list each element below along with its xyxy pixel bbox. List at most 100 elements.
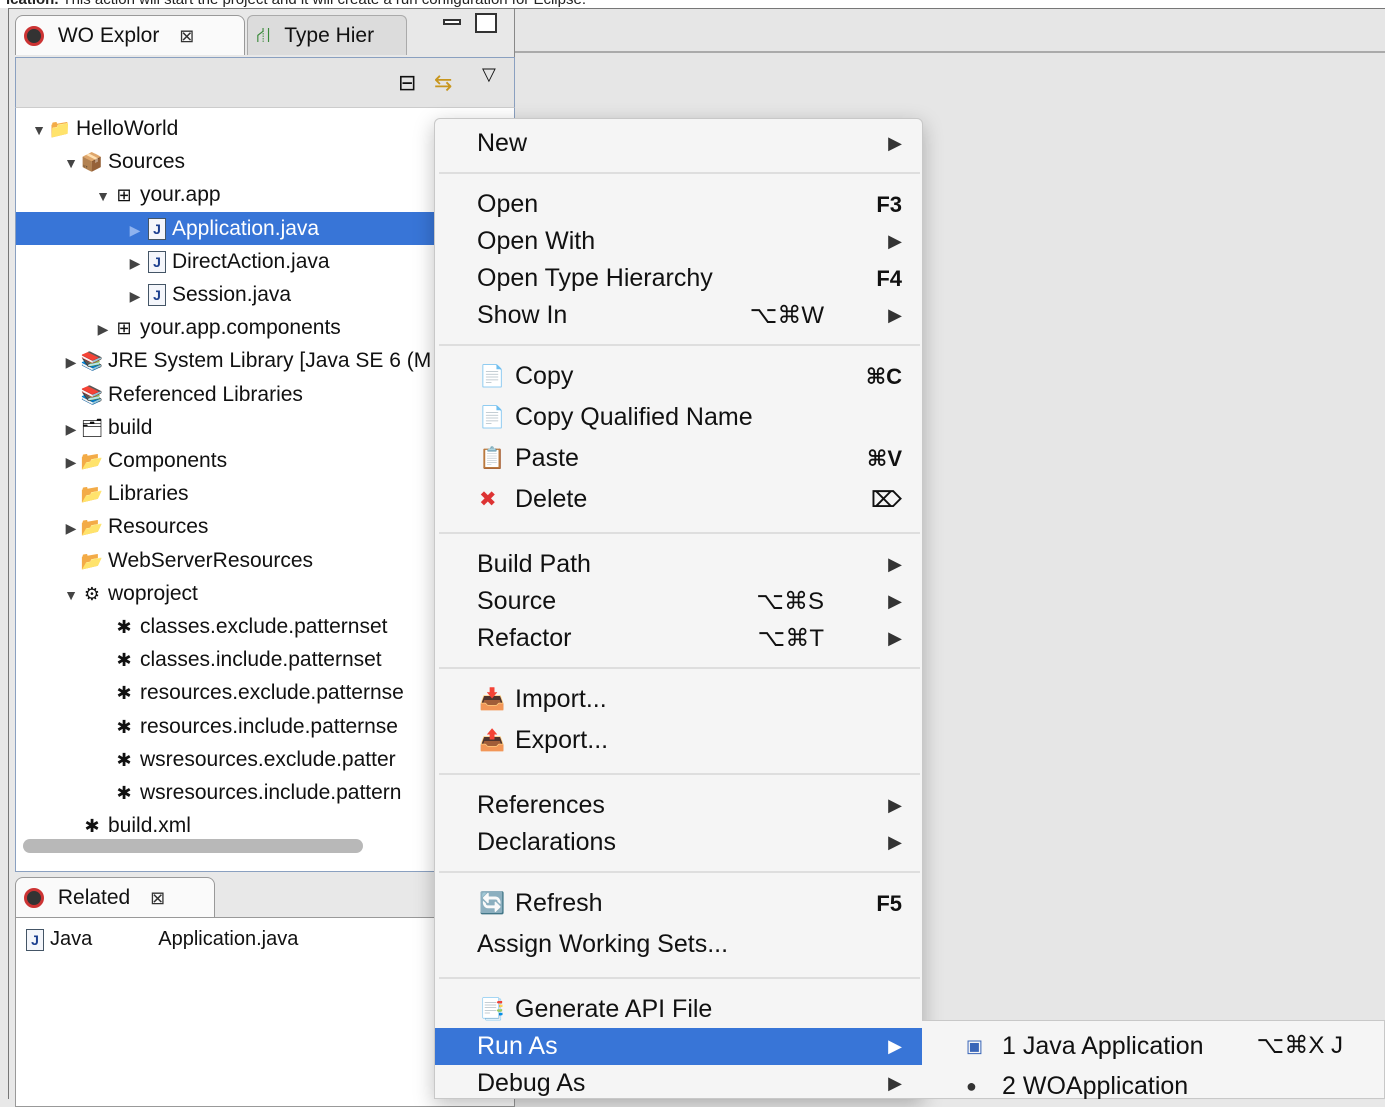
tree-item-label: build.xml: [108, 814, 191, 838]
submenu-arrow-icon: ▶: [888, 231, 902, 251]
collapsed-twisty-icon[interactable]: ▶: [94, 313, 112, 346]
expanded-twisty-icon[interactable]: ▼: [62, 579, 80, 612]
import-icon: 📥: [479, 688, 506, 711]
menu-item-refresh[interactable]: 🔄 Refresh F5: [435, 885, 922, 922]
link-with-editor-icon[interactable]: ⇆: [434, 70, 452, 96]
tree-node-icon: 📂: [80, 451, 104, 471]
menu-item-label: Refresh: [515, 889, 603, 917]
tree-item-label: build: [108, 415, 153, 439]
menu-item-label: Copy Qualified Name: [515, 403, 753, 431]
tree-item-label: classes.exclude.patternset: [140, 615, 388, 638]
menu-item-show-in[interactable]: Show In ⌥⌘W ▶: [435, 297, 922, 334]
menu-item-open[interactable]: Open F3: [435, 186, 922, 223]
menu-separator: [439, 532, 920, 534]
tree-item-label: HelloWorld: [76, 117, 179, 140]
submenu-item-2-woapplication[interactable]: ● 2 WOApplication: [922, 1067, 1385, 1105]
horizontal-scrollbar[interactable]: [23, 839, 363, 853]
shortcut: ⌦: [870, 487, 902, 512]
menu-item-copy-qualified-name[interactable]: 📄 Copy Qualified Name: [435, 399, 922, 436]
tree-node-icon: ✱: [116, 783, 132, 803]
submenu-arrow-icon: ▶: [888, 554, 902, 574]
menu-item-refactor[interactable]: Refactor ⌥⌘T ▶: [435, 620, 922, 657]
menu-item-declarations[interactable]: Declarations ▶: [435, 824, 922, 861]
tab-related[interactable]: Related ⊠: [15, 877, 215, 917]
submenu-item-label: 2 WOApplication: [1002, 1072, 1189, 1100]
context-menu: New ▶ Open F3 Open With ▶ Open Type Hierarchy F…: [434, 118, 923, 1099]
submenu-item-1-java-application[interactable]: ▣ 1 Java Application ⌥⌘X J: [922, 1027, 1385, 1065]
menu-item-source[interactable]: Source ⌥⌘S ▶: [435, 583, 922, 620]
tree-item-label: wsresources.include.pattern: [140, 781, 402, 804]
collapsed-twisty-icon[interactable]: ▶: [126, 280, 144, 313]
menu-item-label: Delete: [515, 485, 588, 513]
menu-item-label: Run As: [477, 1032, 558, 1060]
expanded-twisty-icon[interactable]: ▼: [94, 180, 112, 213]
menu-item-label: Build Path: [477, 550, 591, 578]
tree-item-label: Libraries: [108, 482, 189, 506]
collapsed-twisty-icon[interactable]: ▶: [62, 346, 80, 379]
tree-node-icon: 📂: [80, 517, 104, 538]
menu-item-label: Export...: [515, 726, 609, 754]
menu-item-label: Declarations: [477, 828, 616, 856]
menu-separator: [439, 344, 920, 346]
menu-item-import[interactable]: 📥 Import...: [435, 681, 922, 718]
shortcut: ⌘V: [866, 446, 902, 471]
maximize-icon[interactable]: [475, 13, 497, 33]
tab-wo-explorer[interactable]: WO Explor ⊠: [15, 15, 245, 55]
menu-item-label: Generate API File: [515, 995, 713, 1023]
tree-item-label: Components: [108, 449, 228, 472]
woapplication-icon: ●: [966, 1076, 977, 1096]
tab-label: WO Explor: [57, 24, 160, 47]
menu-item-assign-working-sets[interactable]: Assign Working Sets...: [435, 926, 922, 963]
tab-type-hierarchy[interactable]: ⛙ Type Hier: [247, 15, 407, 55]
refresh-icon: 🔄: [479, 892, 506, 915]
tree-item-label: JRE System Library [Java SE 6 (M: [108, 349, 432, 373]
menu-item-paste[interactable]: 📋 Paste ⌘V: [435, 440, 922, 477]
menu-item-generate-api-file[interactable]: 📑 Generate API File: [435, 991, 922, 1028]
java-file-icon: J: [26, 928, 44, 951]
close-icon[interactable]: ⊠: [150, 888, 165, 908]
shortcut-keys: ⌥⌘X J: [1256, 1032, 1343, 1059]
collapsed-twisty-icon[interactable]: ▶: [126, 214, 144, 247]
tree-item-label: resources.exclude.patternse: [140, 681, 404, 705]
collapsed-twisty-icon[interactable]: ▶: [62, 512, 80, 545]
submenu-arrow-icon: ▶: [888, 1036, 902, 1056]
menu-item-copy[interactable]: 📄 Copy ⌘C: [435, 358, 922, 395]
collapsed-twisty-icon[interactable]: ▶: [126, 247, 144, 280]
explorer-tab-bar: WO Explor ⊠ ⛙ Type Hier: [15, 9, 515, 57]
menu-item-open-type-hierarchy[interactable]: Open Type Hierarchy F4: [435, 260, 922, 297]
menu-separator: [439, 667, 920, 669]
menu-item-label: Import...: [515, 685, 607, 713]
tree-node-icon: ⊞: [116, 318, 132, 339]
submenu-arrow-icon: ▶: [888, 795, 902, 815]
menu-item-new[interactable]: New ▶: [435, 125, 922, 162]
menu-item-open-with[interactable]: Open With ▶: [435, 223, 922, 260]
shortcut-keys: ⌥⌘W: [749, 302, 824, 329]
tree-node-icon: ⊞: [116, 185, 132, 206]
menu-item-export[interactable]: 📤 Export...: [435, 722, 922, 759]
menu-item-label: Assign Working Sets...: [477, 930, 729, 958]
menu-item-references[interactable]: References ▶: [435, 787, 922, 824]
export-icon: 📤: [479, 729, 506, 752]
menu-item-label: Copy: [515, 362, 574, 390]
view-menu-icon[interactable]: ▽: [482, 64, 496, 85]
expanded-twisty-icon[interactable]: ▼: [62, 147, 80, 180]
menu-separator: [439, 773, 920, 775]
collapsed-twisty-icon[interactable]: ▶: [62, 446, 80, 479]
related-row[interactable]: J Java Application.java: [26, 928, 298, 951]
java-file-icon: J: [148, 251, 166, 274]
menu-item-build-path[interactable]: Build Path ▶: [435, 546, 922, 583]
menu-item-delete[interactable]: ✖ Delete ⌦: [435, 481, 922, 518]
menu-item-debug-as[interactable]: Debug As ▶: [435, 1065, 922, 1102]
tree-node-icon: ⚙: [83, 583, 101, 604]
shortcut: F3: [876, 192, 902, 217]
menu-item-run-as[interactable]: Run As ▶: [435, 1028, 922, 1065]
close-icon[interactable]: ⊠: [179, 26, 194, 46]
tree-item-label: Resources: [108, 515, 209, 539]
expanded-twisty-icon[interactable]: ▼: [30, 114, 48, 147]
minimize-icon[interactable]: [443, 19, 461, 25]
tree-node-icon: ✱: [116, 617, 132, 637]
collapse-all-icon[interactable]: ⊟: [398, 70, 416, 96]
collapsed-twisty-icon[interactable]: ▶: [62, 413, 80, 446]
tree-node-icon: ✱: [116, 650, 132, 671]
shortcut: F5: [876, 891, 902, 916]
